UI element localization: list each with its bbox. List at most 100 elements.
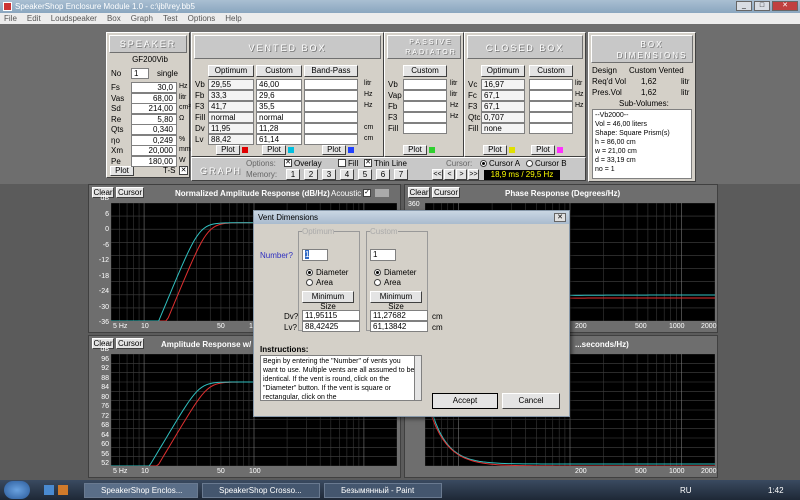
cursor-nav-button[interactable]: >: [456, 169, 467, 180]
bandpass-value[interactable]: [304, 79, 358, 90]
bandpass-button[interactable]: Band-Pass: [304, 65, 358, 77]
passive-plot-button[interactable]: Plot: [403, 145, 427, 155]
closed-custom-value[interactable]: [529, 90, 573, 101]
memory-button[interactable]: 2: [304, 169, 318, 180]
cursor-nav-button[interactable]: <<: [432, 169, 443, 180]
minimize-button[interactable]: _: [736, 1, 752, 11]
speaker-param-value[interactable]: 5,80: [131, 113, 177, 125]
cust-lv-field[interactable]: 61,13842: [370, 321, 428, 332]
subvolumes-list[interactable]: --Vb2000-- Vol = 46,00 liters Shape: Squar…: [592, 109, 692, 179]
g2-cursor-button[interactable]: Cursor: [432, 187, 460, 198]
vented-custom-value[interactable]: 35,5: [256, 101, 302, 112]
quicklaunch-icon-1[interactable]: [44, 485, 54, 495]
vented-custom-value[interactable]: normal: [256, 112, 302, 123]
passive-custom-button[interactable]: Custom: [403, 65, 447, 77]
vented-custom-value[interactable]: 61,14: [256, 134, 302, 145]
memory-button[interactable]: 3: [322, 169, 336, 180]
vented-plot-optimum[interactable]: Plot: [216, 145, 240, 155]
vented-plot-custom[interactable]: Plot: [262, 145, 286, 155]
close-button[interactable]: ✕: [772, 1, 798, 11]
language-indicator[interactable]: RU: [680, 486, 692, 495]
bandpass-plot[interactable]: Plot: [322, 145, 346, 155]
bandpass-value[interactable]: [304, 112, 358, 123]
closed-custom-value[interactable]: [529, 123, 573, 134]
bandpass-value[interactable]: [304, 123, 358, 134]
speaker-icon[interactable]: [375, 189, 389, 197]
passive-value[interactable]: [403, 101, 447, 112]
speaker-param-value[interactable]: 0,249: [131, 134, 177, 146]
g2-clear-button[interactable]: Clear: [408, 187, 430, 198]
closed-custom-value[interactable]: [529, 101, 573, 112]
custom-number-input[interactable]: 1: [370, 249, 396, 261]
taskbar-item-paint[interactable]: Безымянный - Paint: [324, 483, 442, 498]
passive-value[interactable]: [403, 123, 447, 134]
cust-minimum-size-button[interactable]: Minimum Size: [370, 291, 422, 311]
passive-value[interactable]: [403, 90, 447, 101]
overlay-checkbox[interactable]: ✕: [284, 159, 292, 167]
memory-button[interactable]: 1: [286, 169, 300, 180]
taskbar-item-enclosure[interactable]: SpeakerShop Enclos...: [84, 483, 198, 498]
speaker-param-value[interactable]: 30,0: [131, 82, 177, 93]
menu-test[interactable]: Test: [163, 14, 178, 23]
speaker-param-value[interactable]: 20,000: [131, 145, 177, 156]
cancel-button[interactable]: Cancel: [502, 393, 560, 409]
closed-custom-value[interactable]: [529, 112, 573, 123]
cust-dv-field[interactable]: 11,27682: [370, 310, 428, 321]
g3-cursor-button[interactable]: Cursor: [116, 338, 144, 349]
vented-optimum-button[interactable]: Optimum: [208, 65, 254, 77]
cursor-b-radio[interactable]: [526, 160, 533, 167]
no-value[interactable]: 1: [131, 68, 149, 79]
memory-button[interactable]: 4: [340, 169, 354, 180]
instructions-scrollbar[interactable]: [414, 355, 422, 401]
acoustic-checkbox[interactable]: ✓: [363, 189, 371, 197]
speaker-param-value[interactable]: 214,00: [131, 103, 177, 114]
speaker-param-value[interactable]: 0,340: [131, 124, 177, 135]
ts-checkbox[interactable]: ✕: [179, 166, 188, 175]
vented-custom-value[interactable]: 11,28: [256, 123, 302, 134]
passive-value[interactable]: [403, 79, 447, 90]
cursor-nav-button[interactable]: <: [444, 169, 455, 180]
quicklaunch-icon-2[interactable]: [58, 485, 68, 495]
closed-plot-optimum[interactable]: Plot: [483, 145, 507, 155]
bandpass-value[interactable]: [304, 90, 358, 101]
closed-plot-custom[interactable]: Plot: [531, 145, 555, 155]
memory-button[interactable]: 6: [376, 169, 390, 180]
menu-edit[interactable]: Edit: [27, 14, 41, 23]
opt-diameter-radio[interactable]: [306, 269, 313, 276]
menu-help[interactable]: Help: [225, 14, 241, 23]
opt-area-radio[interactable]: [306, 279, 313, 286]
start-button[interactable]: [4, 481, 30, 499]
menu-options[interactable]: Options: [188, 14, 216, 23]
cursor-nav-button[interactable]: >>: [468, 169, 479, 180]
menu-box[interactable]: Box: [107, 14, 121, 23]
menu-file[interactable]: File: [4, 14, 17, 23]
bandpass-value[interactable]: [304, 134, 358, 145]
dialog-close-icon[interactable]: ✕: [554, 213, 566, 222]
vented-custom-value[interactable]: 29,6: [256, 90, 302, 101]
optimum-number-input[interactable]: 1: [302, 249, 328, 261]
passive-value[interactable]: [403, 112, 447, 123]
speaker-param-value[interactable]: 68,00: [131, 92, 177, 104]
thin-line-checkbox[interactable]: ✕: [364, 159, 372, 167]
g1-cursor-button[interactable]: Cursor: [116, 187, 144, 198]
opt-minimum-size-button[interactable]: Minimum Size: [302, 291, 354, 311]
memory-button[interactable]: 5: [358, 169, 372, 180]
memory-button[interactable]: 7: [394, 169, 408, 180]
vented-custom-button[interactable]: Custom: [256, 65, 302, 77]
menu-graph[interactable]: Graph: [131, 14, 153, 23]
accept-button[interactable]: Accept: [432, 393, 498, 409]
cust-area-radio[interactable]: [374, 279, 381, 286]
taskbar-item-crossover[interactable]: SpeakerShop Crosso...: [202, 483, 320, 498]
speaker-plot-button[interactable]: Plot: [110, 166, 134, 176]
closed-optimum-button[interactable]: Optimum: [481, 65, 525, 77]
fill-checkbox[interactable]: [338, 159, 346, 167]
speaker-name[interactable]: GF200Vib: [113, 55, 185, 66]
vented-custom-value[interactable]: 46,00: [256, 79, 302, 90]
maximize-button[interactable]: □: [754, 1, 770, 11]
opt-lv-field[interactable]: 88,42425: [302, 321, 360, 332]
opt-dv-field[interactable]: 11,95115: [302, 310, 360, 321]
cust-diameter-radio[interactable]: [374, 269, 381, 276]
closed-custom-button[interactable]: Custom: [529, 65, 573, 77]
menu-loudspeaker[interactable]: Loudspeaker: [51, 14, 97, 23]
cursor-a-radio[interactable]: [480, 160, 487, 167]
